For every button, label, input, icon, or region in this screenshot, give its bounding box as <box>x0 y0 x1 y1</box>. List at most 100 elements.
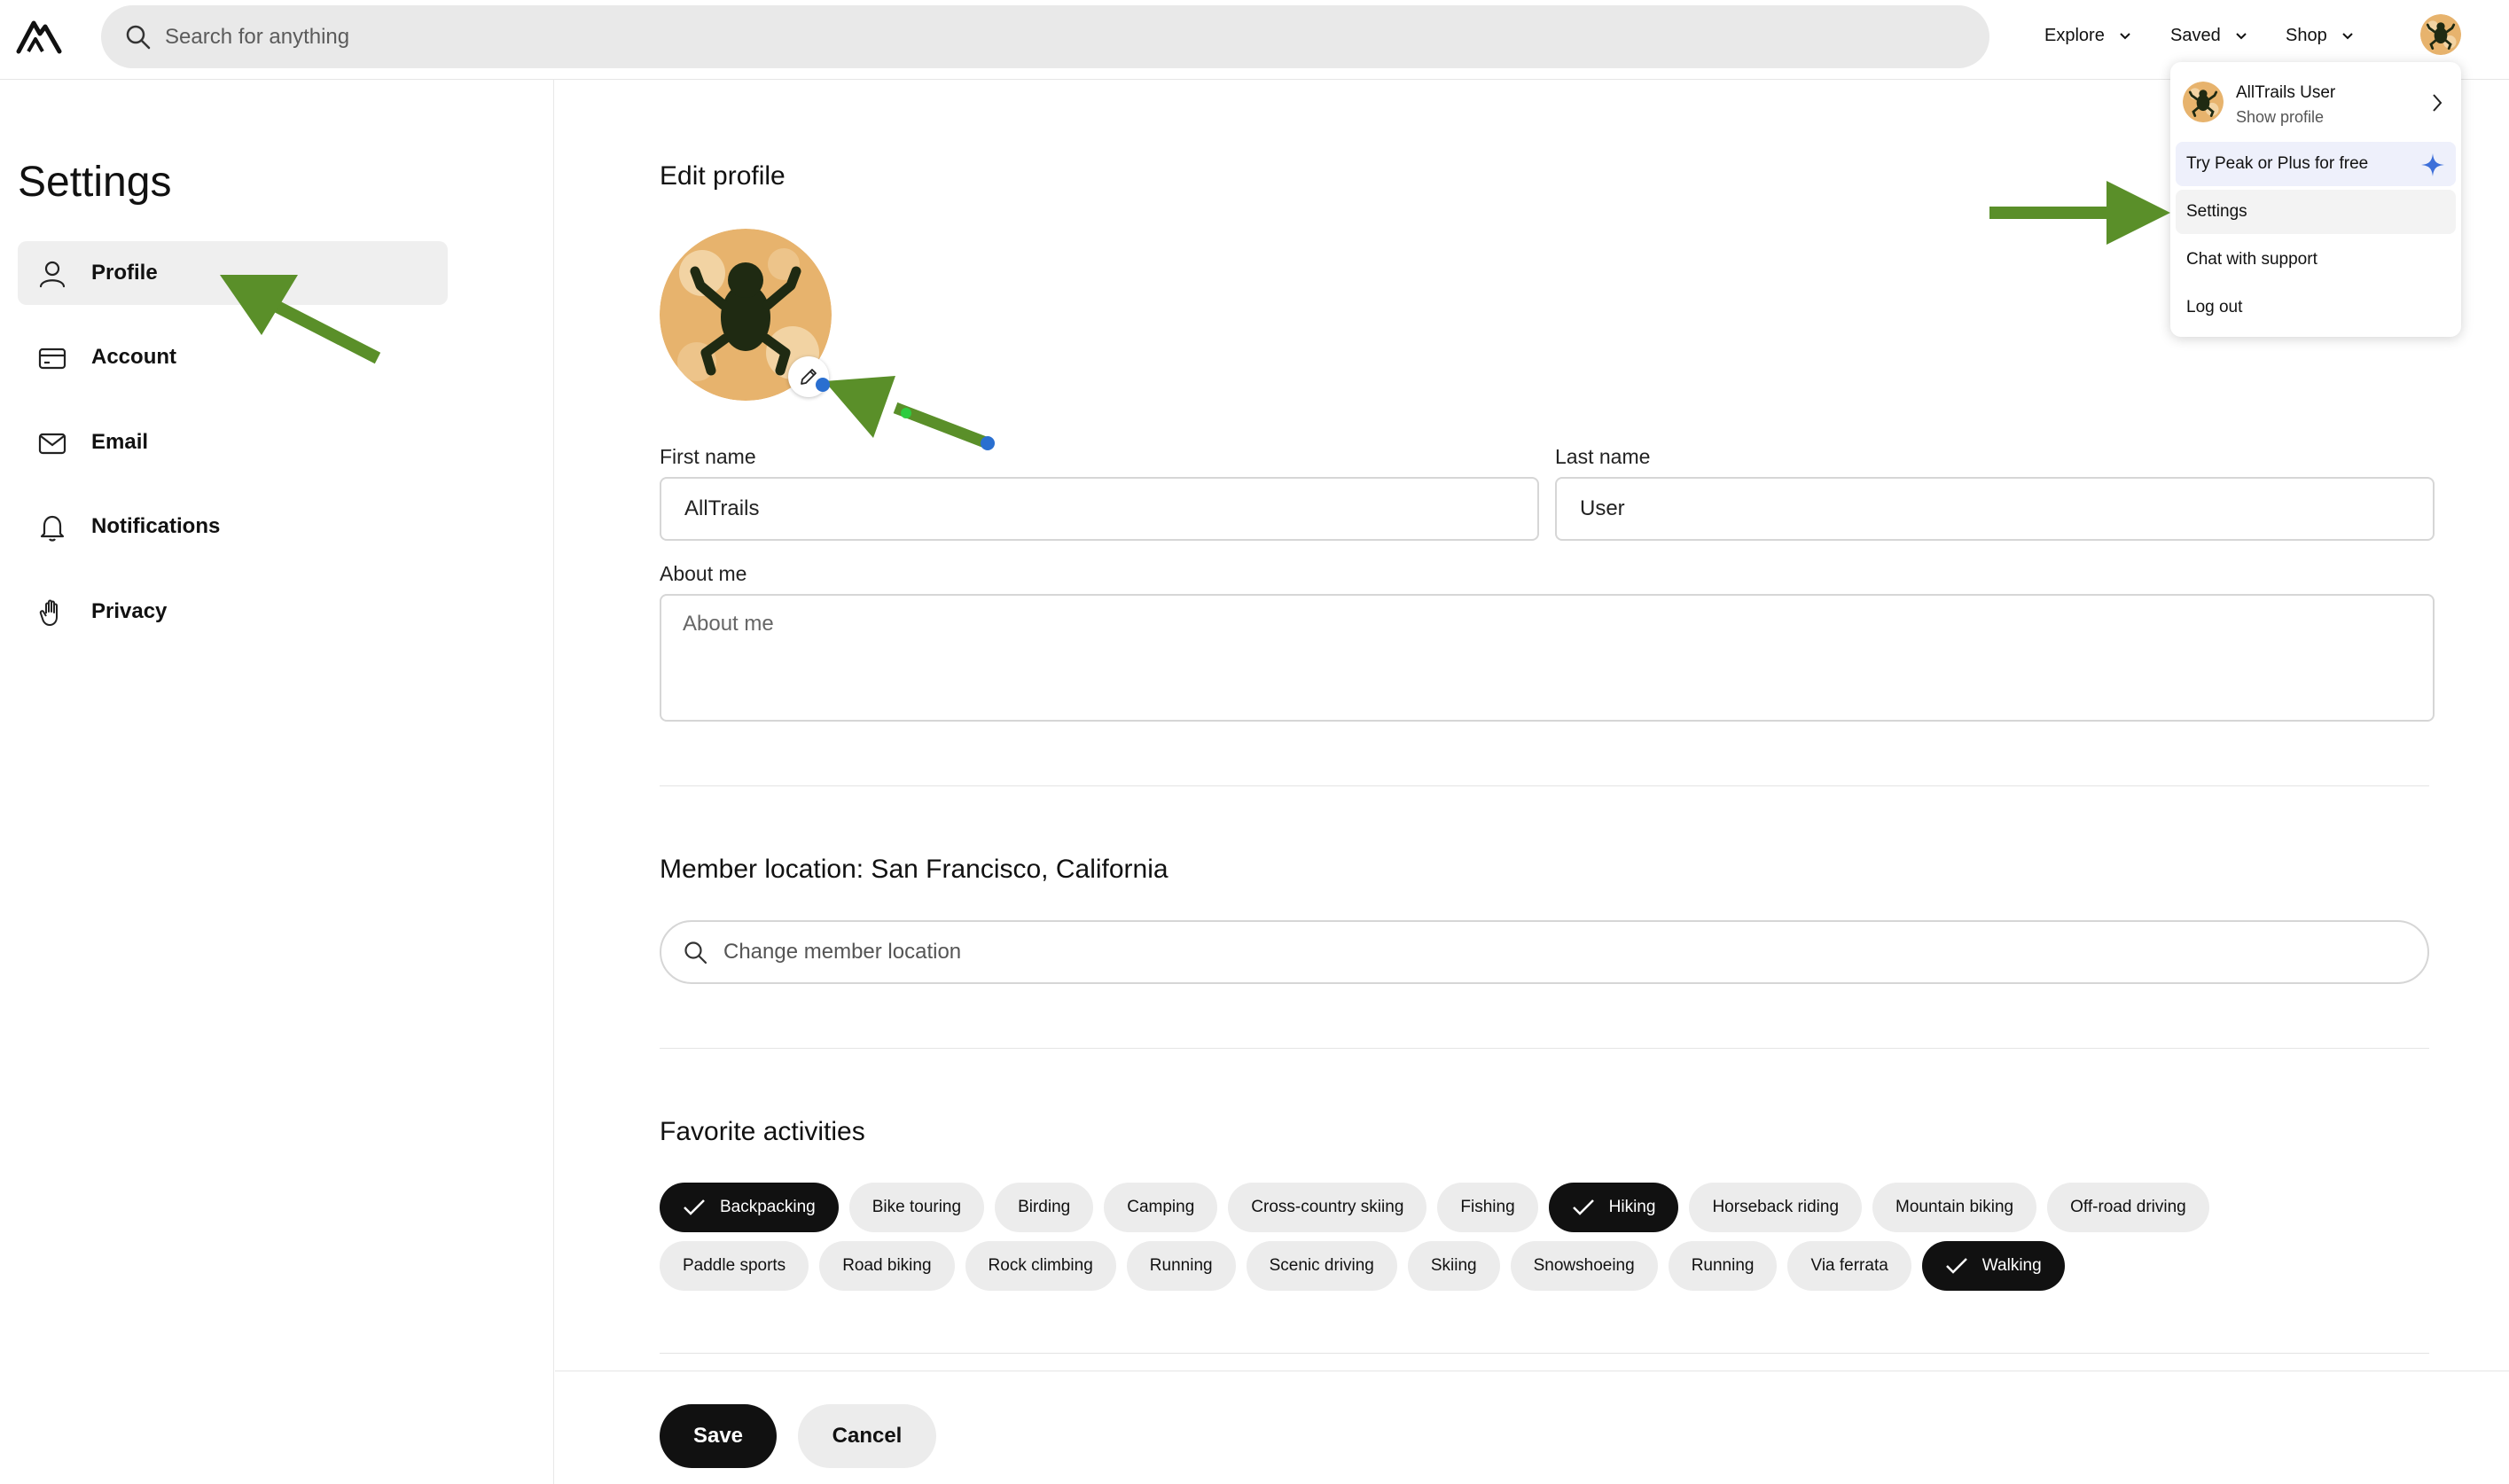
chevron-right-icon <box>2433 94 2443 112</box>
activity-chip-snowshoeing[interactable]: Snowshoeing <box>1510 1241 1658 1291</box>
activity-chip-via-ferrata[interactable]: Via ferrata <box>1787 1241 1911 1291</box>
chevron-down-icon <box>2120 33 2130 40</box>
favorite-activities-heading: Favorite activities <box>660 1117 865 1146</box>
bell-icon <box>37 512 67 543</box>
chip-label: Rock climbing <box>988 1256 1093 1275</box>
activity-chip-running-2[interactable]: Running <box>1668 1241 1778 1291</box>
chip-label: Birding <box>1018 1198 1071 1216</box>
sidebar-item-profile[interactable]: Profile <box>18 241 448 305</box>
about-me-field[interactable]: About me <box>660 594 2435 722</box>
activity-chip-horseback-riding[interactable]: Horseback riding <box>1689 1183 1863 1232</box>
chip-label: Cross-country skiing <box>1251 1198 1404 1216</box>
activity-chip-camping[interactable]: Camping <box>1104 1183 1218 1232</box>
nav-shop[interactable]: Shop <box>2286 0 2354 71</box>
activity-chip-mountain-biking[interactable]: Mountain biking <box>1872 1183 2037 1232</box>
chip-label: Fishing <box>1460 1198 1515 1216</box>
member-location-input[interactable]: Change member location <box>660 920 2429 984</box>
nav-shop-label: Shop <box>2286 26 2327 45</box>
first-name-field[interactable]: AllTrails <box>660 477 1539 541</box>
activity-chip-birding[interactable]: Birding <box>995 1183 1094 1232</box>
chip-label: Skiing <box>1430 1256 1477 1275</box>
member-location-placeholder: Change member location <box>723 940 962 964</box>
activity-chip-backpacking[interactable]: Backpacking <box>660 1183 839 1232</box>
hand-icon <box>37 598 67 628</box>
sidebar-item-email[interactable]: Email <box>18 410 448 474</box>
chip-label: Running <box>1691 1256 1755 1275</box>
nav-explore[interactable]: Explore <box>2044 0 2131 71</box>
alltrails-logo-icon[interactable] <box>16 16 62 55</box>
chevron-down-icon <box>2342 33 2353 40</box>
search-bar[interactable]: Search for anything <box>101 5 1989 68</box>
menu-item-try-peak[interactable]: Try Peak or Plus for free <box>2176 142 2456 186</box>
menu-item-label: Chat with support <box>2186 250 2318 269</box>
search-icon <box>683 940 709 966</box>
chip-label: Hiking <box>1608 1198 1656 1216</box>
nav-saved[interactable]: Saved <box>2170 0 2247 71</box>
sidebar-item-account[interactable]: Account <box>18 325 448 389</box>
user-dropdown-menu: AllTrails User Show profile Try Peak or … <box>2170 62 2461 337</box>
sidebar-item-privacy[interactable]: Privacy <box>18 580 448 644</box>
sidebar-item-label: Account <box>91 345 176 369</box>
pencil-icon <box>801 369 817 385</box>
last-name-label: Last name <box>1555 445 1651 468</box>
save-button[interactable]: Save <box>660 1404 777 1468</box>
menu-item-log-out[interactable]: Log out <box>2176 285 2456 330</box>
cancel-button[interactable]: Cancel <box>798 1404 936 1468</box>
frog-avatar-icon <box>2420 14 2461 55</box>
chip-label: Bike touring <box>872 1198 962 1216</box>
activity-chip-hiking[interactable]: Hiking <box>1548 1183 1679 1232</box>
chip-label: Walking <box>1981 1256 2042 1275</box>
activity-chip-bike-touring[interactable]: Bike touring <box>848 1183 985 1232</box>
user-avatar-button[interactable] <box>2420 14 2461 55</box>
about-me-label: About me <box>660 562 747 585</box>
avatar <box>2183 82 2224 122</box>
chip-label: Mountain biking <box>1895 1198 2014 1216</box>
activity-chip-row-1: Backpacking Bike touring Birding Camping… <box>660 1183 2209 1232</box>
section-divider <box>660 1353 2429 1354</box>
chip-label: Snowshoeing <box>1533 1256 1635 1275</box>
person-icon <box>37 259 67 289</box>
activity-chip-cross-country-skiing[interactable]: Cross-country skiing <box>1228 1183 1427 1232</box>
activity-chip-off-road-driving[interactable]: Off-road driving <box>2047 1183 2209 1232</box>
nav-explore-label: Explore <box>2044 26 2105 45</box>
chip-label: Backpacking <box>720 1198 816 1216</box>
activity-chip-scenic-driving[interactable]: Scenic driving <box>1246 1241 1397 1291</box>
activity-chip-fishing[interactable]: Fishing <box>1437 1183 1538 1232</box>
sidebar-item-label: Profile <box>91 261 158 285</box>
check-icon <box>1572 1199 1594 1215</box>
activity-chip-skiing[interactable]: Skiing <box>1407 1241 1500 1291</box>
section-divider <box>660 785 2429 786</box>
menu-item-label: Try Peak or Plus for free <box>2186 154 2369 173</box>
chip-label: Running <box>1149 1256 1213 1275</box>
activity-chip-walking[interactable]: Walking <box>1921 1241 2065 1291</box>
section-divider <box>660 1048 2429 1049</box>
activity-chip-rock-climbing[interactable]: Rock climbing <box>965 1241 1116 1291</box>
edit-profile-heading: Edit profile <box>660 161 786 191</box>
frog-avatar-icon <box>2183 82 2224 122</box>
menu-show-profile[interactable]: AllTrails User Show profile <box>2183 71 2449 133</box>
sparkle-icon <box>2421 153 2444 176</box>
chip-label: Horseback riding <box>1712 1198 1840 1216</box>
check-icon <box>684 1199 705 1215</box>
chip-label: Scenic driving <box>1269 1256 1374 1275</box>
activity-chip-paddle-sports[interactable]: Paddle sports <box>660 1241 809 1291</box>
check-icon <box>1945 1258 1967 1274</box>
edit-photo-button[interactable] <box>788 356 829 397</box>
menu-item-chat-support[interactable]: Chat with support <box>2176 238 2456 282</box>
top-bar: Search for anything Explore Saved Shop <box>0 0 2509 80</box>
activity-chip-running[interactable]: Running <box>1126 1241 1236 1291</box>
sidebar-item-notifications[interactable]: Notifications <box>18 495 448 558</box>
settings-sidebar: Settings Profile Account Email Notificat… <box>0 80 554 1484</box>
activity-chip-row-2: Paddle sports Road biking Rock climbing … <box>660 1241 2065 1291</box>
member-location-heading: Member location: San Francisco, Californ… <box>660 855 1169 884</box>
sidebar-item-label: Notifications <box>91 514 221 538</box>
menu-item-settings[interactable]: Settings <box>2176 190 2456 234</box>
nav-saved-label: Saved <box>2170 26 2221 45</box>
menu-item-label: Settings <box>2186 202 2247 221</box>
last-name-field[interactable]: User <box>1555 477 2435 541</box>
first-name-label: First name <box>660 445 756 468</box>
card-icon <box>37 343 67 373</box>
activity-chip-road-biking[interactable]: Road biking <box>819 1241 955 1291</box>
settings-title: Settings <box>18 159 172 206</box>
chevron-down-icon <box>2236 33 2247 40</box>
